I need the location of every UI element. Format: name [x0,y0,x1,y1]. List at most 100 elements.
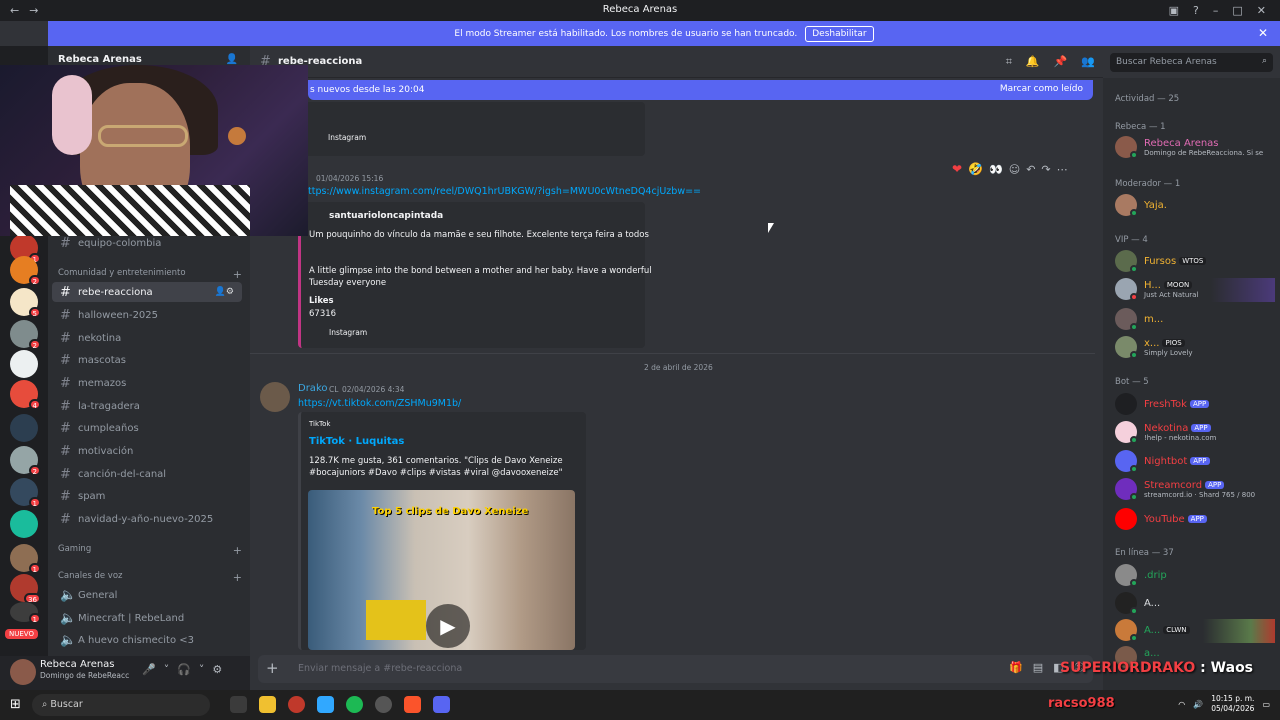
server-icon[interactable]: 2 [10,320,41,350]
add-attachment-icon[interactable]: + [266,659,279,677]
avatar[interactable] [10,659,36,685]
close-icon[interactable]: ✕ [1258,26,1268,40]
forward-icon[interactable]: ↷ [1041,163,1050,176]
embed-title[interactable]: TikTok · Luquitas [309,436,404,447]
disable-streamer-button[interactable]: Deshabilitar [805,25,874,42]
taskbar-search[interactable]: ⌕ Buscar [32,694,210,716]
message-author[interactable]: Drako [298,383,328,394]
file-explorer-icon[interactable] [259,696,276,713]
member-item[interactable]: H... MOON Just Act Natural [1115,278,1275,302]
voice-channel-minecraft[interactable]: 🔈 Minecraft | RebeLand [52,608,242,628]
app-icon[interactable] [288,696,305,713]
voice-channel-general[interactable]: 🔈 General [52,585,242,605]
wifi-icon[interactable]: ◠ [1178,700,1185,709]
channel-navidad[interactable]: # navidad-y-año-nuevo-2025 [52,509,242,529]
member-item[interactable]: YouTube APP [1115,508,1275,532]
help-icon[interactable]: ? [1193,4,1199,17]
brave-icon[interactable] [404,696,421,713]
message-link[interactable]: https://vt.tiktok.com/ZSHMu9M1b/ [298,398,461,409]
add-reaction-icon[interactable]: ☺ [1009,163,1020,176]
bell-icon[interactable]: 🔔 [1026,55,1040,69]
plus-icon[interactable]: + [233,571,242,584]
play-icon[interactable]: ▶ [426,604,470,648]
message-link[interactable]: ttps://www.instagram.com/reel/DWQ1hrUBKG… [308,186,701,197]
heart-icon[interactable]: ❤ [952,162,962,176]
mark-read-button[interactable]: Marcar como leído [1000,84,1083,94]
server-icon[interactable]: 1 [10,602,41,624]
server-icon[interactable]: 2 [10,256,41,286]
server-icon[interactable]: 2 [10,446,41,476]
channel-cancion[interactable]: # canción-del-canal [52,464,242,484]
server-icon[interactable]: 4 [10,380,41,410]
new-messages-bar[interactable]: s nuevos desde las 20:04 Marcar como leí… [308,80,1093,100]
server-icon[interactable]: 1 [10,478,41,508]
member-item[interactable]: Nekotina APP !help - nekotina.com [1115,421,1275,445]
server-icon[interactable]: 36 [10,574,41,604]
channel-motivacion[interactable]: # motivación [52,441,242,461]
microphone-icon[interactable]: 🎤 [142,663,156,676]
pin-icon[interactable]: 📌 [1054,55,1068,69]
server-icon[interactable] [10,414,38,442]
search-input[interactable]: Buscar Rebeca Arenas ⌕ [1110,53,1273,72]
channel-spam[interactable]: # spam [52,486,242,506]
search-icon[interactable]: ⌕ [1262,56,1267,66]
member-item[interactable]: A... CLWN [1115,619,1275,643]
close-window-button[interactable]: ✕ [1257,4,1266,17]
channel-mascotas[interactable]: # mascotas [52,350,242,370]
notifications-icon[interactable]: ▭ [1262,700,1270,709]
volume-icon[interactable]: 🔊 [1193,700,1203,709]
gift-icon[interactable]: 🎁 [1009,661,1023,674]
discord-icon[interactable] [433,696,450,713]
spotify-icon[interactable] [346,696,363,713]
gif-icon[interactable]: ▤ [1033,661,1043,674]
chevron-down-icon[interactable]: ˅ [199,663,205,676]
member-item[interactable]: Rebeca Arenas Domingo de RebeReacciona. … [1115,136,1275,160]
headphones-icon[interactable]: 🎧 [177,663,191,676]
channel-memazos[interactable]: # memazos [52,373,242,393]
channel-nekotina[interactable]: # nekotina [52,328,242,348]
member-item[interactable]: x... PIOS Simply Lovely [1115,336,1275,360]
member-item[interactable]: Streamcord APP streamcord.io · Shard 765 … [1115,478,1275,502]
gear-icon[interactable]: ⚙ [212,663,222,676]
minimize-button[interactable]: – [1213,4,1219,17]
member-list-icon[interactable]: 👥 [1081,55,1095,69]
threads-icon[interactable]: ⌗ [1006,55,1012,69]
server-icon[interactable] [10,510,38,538]
server-icon[interactable]: 5 [10,288,41,318]
member-item[interactable]: Nightbot APP [1115,450,1275,474]
task-view-icon[interactable] [230,696,247,713]
laugh-icon[interactable]: 🤣 [968,162,983,176]
video-thumbnail[interactable]: Top 5 clips de Davo Xeneize ▶ [308,490,575,650]
section-header[interactable]: Actividad — 25 [1115,94,1179,104]
embed-author[interactable]: santuarioloncapintada [329,211,443,221]
clock[interactable]: 10:15 p. m. 05/04/2026 [1211,694,1254,714]
member-item[interactable]: FreshTok APP [1115,393,1275,417]
windows-start-icon[interactable]: ⊞ [10,697,21,712]
eyes-icon[interactable]: 👀 [989,163,1003,176]
add-member-icon[interactable]: 👤 [226,54,238,65]
server-name[interactable]: Rebeca Arenas [58,54,142,65]
channel-rebe-reacciona[interactable]: # rebe-reacciona 👤⚙ [52,282,242,302]
inbox-icon[interactable]: ▣ [1169,4,1179,17]
maximize-button[interactable]: □ [1232,4,1242,17]
channel-halloween[interactable]: # halloween-2025 [52,305,242,325]
server-icon[interactable]: 1 [10,544,41,574]
channel-settings-icon[interactable]: 👤⚙ [215,287,234,297]
member-item[interactable]: m... [1115,308,1275,332]
plus-icon[interactable]: + [233,268,242,281]
message-composer[interactable]: + Enviar mensaje a #rebe-reacciona 🎁 ▤ ◧… [258,655,1093,683]
avatar[interactable] [260,382,290,412]
photoshop-icon[interactable] [317,696,334,713]
category-voz[interactable]: Canales de voz + [58,571,242,584]
category-gaming[interactable]: Gaming + [58,544,242,557]
more-icon[interactable]: ⋯ [1057,163,1068,176]
member-item[interactable]: Fursos WTOS [1115,250,1275,274]
plus-icon[interactable]: + [233,544,242,557]
member-item[interactable]: Yaja. [1115,194,1275,218]
chevron-down-icon[interactable]: ˅ [164,663,170,676]
server-icon[interactable] [10,350,38,378]
reply-icon[interactable]: ↶ [1026,163,1035,176]
member-item[interactable]: A... [1115,592,1275,616]
member-item[interactable]: .drip [1115,564,1275,588]
channel-cumpleanos[interactable]: # cumpleaños [52,418,242,438]
